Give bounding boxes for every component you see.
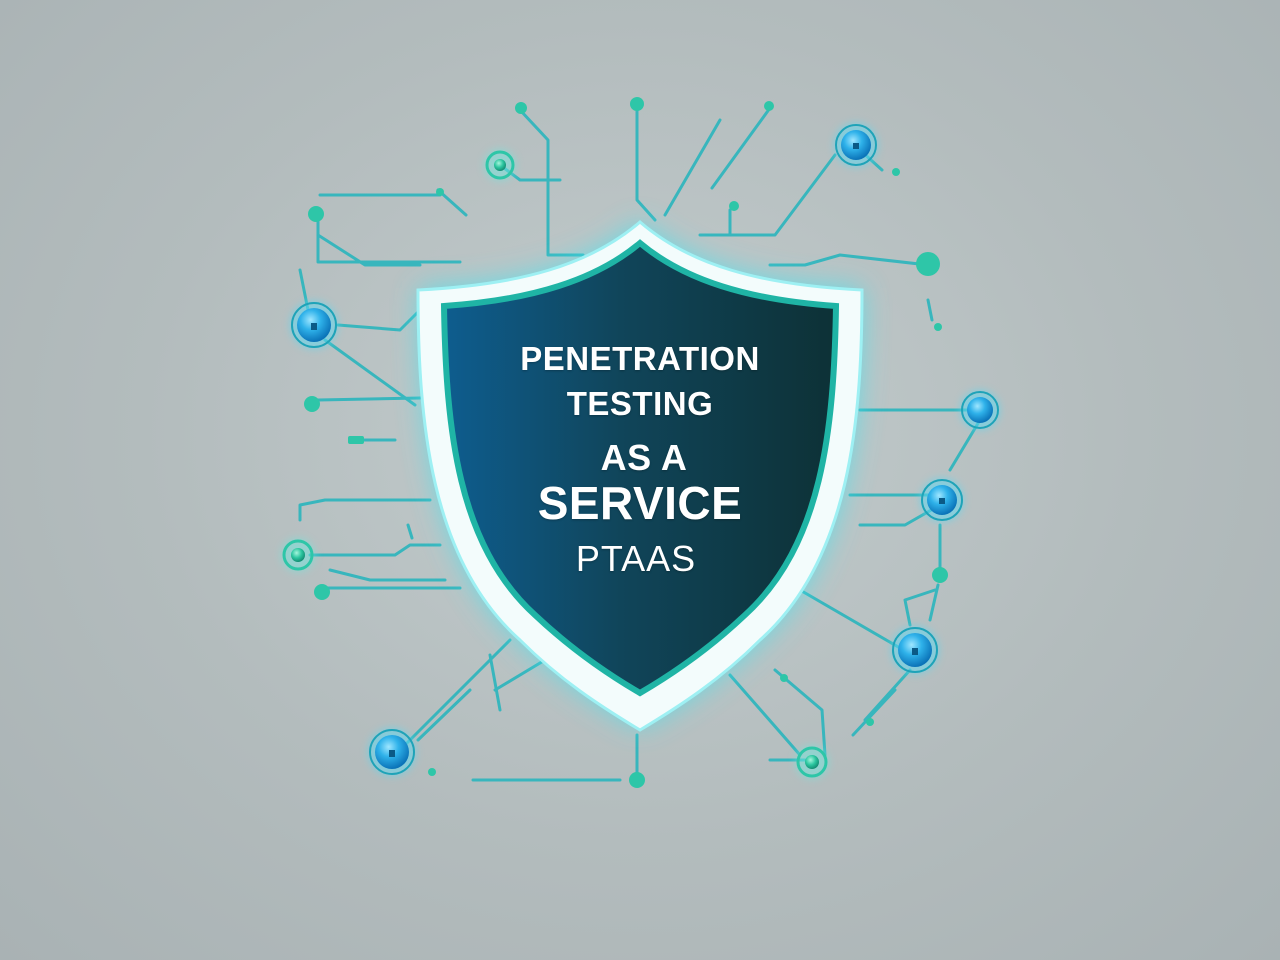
circuit-node-icon	[484, 149, 516, 181]
title-line-penetration: PENETRATION	[520, 340, 760, 377]
lock-node-icon	[368, 728, 416, 776]
title-line-ptaas: PTAAS	[575, 538, 697, 579]
title-line-service: SERVICE	[537, 477, 743, 529]
lock-node-icon	[891, 626, 939, 674]
lock-node-icon	[290, 301, 338, 349]
circuit-node-icon	[281, 538, 315, 572]
lock-node-icon	[834, 123, 878, 167]
title-line-testing: TESTING	[566, 385, 714, 422]
lock-node-icon	[960, 390, 1000, 430]
circuit-node-icon	[795, 745, 829, 779]
lock-node-icon	[920, 478, 964, 522]
title-line-as-a: AS A	[600, 437, 688, 478]
